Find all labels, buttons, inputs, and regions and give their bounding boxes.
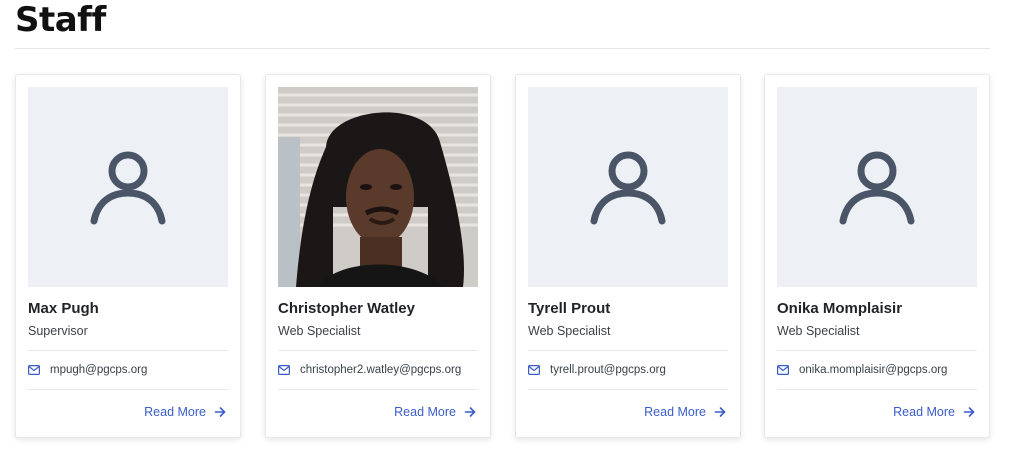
read-more-label: Read More (893, 405, 955, 419)
mail-icon (528, 365, 540, 375)
staff-card: Onika Momplaisir Web Specialist onika.mo… (764, 74, 990, 438)
arrow-right-icon (963, 406, 975, 418)
mail-icon (278, 365, 290, 375)
staff-email-link[interactable]: onika.momplaisir@pgcps.org (799, 364, 947, 376)
staff-name: Tyrell Prout (528, 300, 611, 317)
arrow-right-icon (214, 406, 226, 418)
read-more-label: Read More (394, 405, 456, 419)
arrow-right-icon (714, 406, 726, 418)
user-icon (837, 147, 917, 227)
staff-name: Onika Momplaisir (777, 300, 903, 317)
user-icon (88, 147, 168, 227)
read-more-label: Read More (144, 405, 206, 419)
card-divider (278, 350, 478, 351)
user-icon (588, 147, 668, 227)
card-divider (28, 389, 228, 390)
card-divider (777, 350, 977, 351)
staff-photo (278, 87, 478, 287)
email-row: mpugh@pgcps.org (28, 360, 147, 380)
staff-card: Christopher Watley Web Specialist christ… (265, 74, 491, 438)
read-more-link[interactable]: Read More (644, 405, 726, 419)
card-divider (278, 389, 478, 390)
portrait-image (278, 87, 478, 287)
read-more-link[interactable]: Read More (144, 405, 226, 419)
staff-role: Supervisor (28, 324, 88, 338)
staff-photo-placeholder (28, 87, 228, 287)
staff-photo-placeholder (528, 87, 728, 287)
staff-card: Tyrell Prout Web Specialist tyrell.prout… (515, 74, 741, 438)
staff-photo-placeholder (777, 87, 977, 287)
card-divider (28, 350, 228, 351)
staff-role: Web Specialist (777, 324, 860, 338)
arrow-right-icon (464, 406, 476, 418)
read-more-link[interactable]: Read More (893, 405, 975, 419)
page-title: Staff (15, 0, 106, 40)
email-row: tyrell.prout@pgcps.org (528, 360, 666, 380)
mail-icon (777, 365, 789, 375)
email-row: onika.momplaisir@pgcps.org (777, 360, 947, 380)
staff-email-link[interactable]: mpugh@pgcps.org (50, 364, 147, 376)
mail-icon (28, 365, 40, 375)
card-divider (528, 350, 728, 351)
email-row: christopher2.watley@pgcps.org (278, 360, 461, 380)
staff-name: Max Pugh (28, 300, 99, 317)
read-more-link[interactable]: Read More (394, 405, 476, 419)
staff-role: Web Specialist (278, 324, 361, 338)
staff-role: Web Specialist (528, 324, 611, 338)
title-divider (15, 48, 990, 49)
staff-email-link[interactable]: christopher2.watley@pgcps.org (300, 364, 461, 376)
read-more-label: Read More (644, 405, 706, 419)
staff-card: Max Pugh Supervisor mpugh@pgcps.org Read… (15, 74, 241, 438)
card-divider (528, 389, 728, 390)
card-divider (777, 389, 977, 390)
staff-name: Christopher Watley (278, 300, 415, 317)
staff-email-link[interactable]: tyrell.prout@pgcps.org (550, 364, 666, 376)
